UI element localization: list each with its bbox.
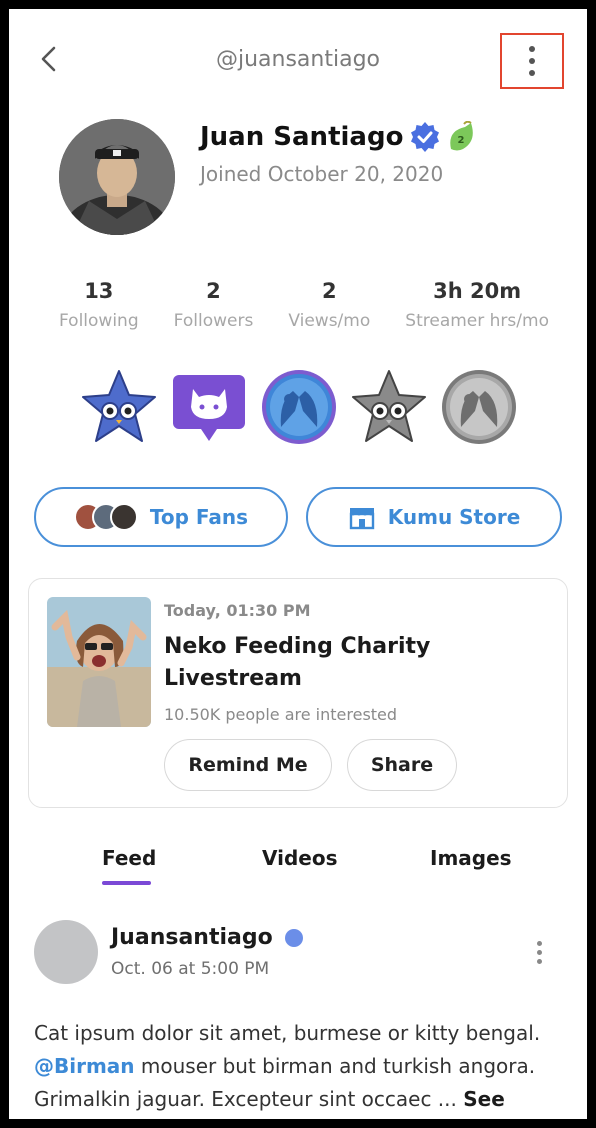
level-leaf-badge-icon: 2 bbox=[450, 121, 474, 151]
tab-feed[interactable]: Feed bbox=[102, 846, 156, 870]
high-five-badge-gray-icon[interactable] bbox=[439, 367, 519, 447]
verified-badge-icon bbox=[411, 122, 440, 152]
kumu-store-label: Kumu Store bbox=[387, 505, 521, 529]
top-bar: @juansantiago bbox=[9, 9, 587, 109]
share-button[interactable]: Share bbox=[347, 739, 457, 791]
stat-following[interactable]: 13 Following bbox=[59, 279, 139, 331]
high-five-badge-blue-icon[interactable] bbox=[259, 367, 339, 447]
stat-streamer-hours: 3h 20m Streamer hrs/mo bbox=[405, 279, 549, 331]
cat-chat-badge-icon[interactable] bbox=[169, 367, 249, 447]
stat-label: Following bbox=[59, 311, 139, 331]
content-tabs: Feed Videos Images bbox=[9, 842, 587, 892]
tab-images[interactable]: Images bbox=[430, 846, 512, 870]
store-icon bbox=[349, 508, 374, 530]
event-title: Neko Feeding Charity Livestream bbox=[164, 634, 431, 691]
star-owl-badge-blue-icon[interactable] bbox=[79, 367, 159, 447]
profile-avatar[interactable] bbox=[59, 119, 175, 235]
verified-dot-icon bbox=[284, 928, 303, 947]
top-fans-label: Top Fans bbox=[149, 505, 249, 529]
post-timestamp: Oct. 06 at 5:00 PM bbox=[111, 959, 270, 979]
post-author-row: Juansantiago bbox=[111, 925, 303, 950]
active-tab-indicator bbox=[102, 881, 151, 885]
star-owl-badge-gray-icon[interactable] bbox=[349, 367, 429, 447]
remind-me-button[interactable]: Remind Me bbox=[164, 739, 332, 791]
post-text-part: Cat ipsum dolor sit amet, burmese or kit… bbox=[34, 1021, 541, 1045]
event-time: Today, 01:30 PM bbox=[164, 601, 311, 620]
post-body: Cat ipsum dolor sit amet, burmese or kit… bbox=[34, 1017, 569, 1119]
post-options-button[interactable] bbox=[537, 941, 542, 964]
stat-label: Followers bbox=[173, 311, 254, 331]
stats-row: 13 Following 2 Followers 2 Views/mo 3h 2… bbox=[59, 279, 549, 331]
stat-value: 2 bbox=[321, 279, 337, 303]
kebab-menu-icon bbox=[529, 46, 535, 76]
level-number: 2 bbox=[458, 135, 465, 146]
stat-value: 13 bbox=[84, 279, 114, 303]
stat-value: 3h 20m bbox=[433, 279, 522, 303]
joined-date: Joined October 20, 2020 bbox=[200, 162, 444, 186]
profile-screen: @juansantiago Juan Santiago 2 Joined Oct bbox=[9, 9, 587, 1119]
name-row: Juan Santiago 2 bbox=[200, 121, 475, 153]
post-author-avatar[interactable] bbox=[34, 920, 98, 984]
stat-followers[interactable]: 2 Followers bbox=[174, 279, 254, 331]
achievement-badges bbox=[79, 366, 519, 448]
stat-label: Streamer hrs/mo bbox=[405, 311, 549, 331]
stat-views: 2 Views/mo bbox=[288, 279, 370, 331]
top-fans-avatars bbox=[73, 503, 138, 531]
top-fans-button[interactable]: Top Fans bbox=[34, 487, 288, 547]
mention-link[interactable]: @Birman bbox=[34, 1054, 135, 1078]
event-interest-count: 10.50K people are interested bbox=[164, 705, 398, 724]
post-author-name[interactable]: Juansantiago bbox=[111, 925, 273, 950]
more-options-button[interactable] bbox=[500, 33, 564, 89]
stat-label: Views/mo bbox=[288, 311, 371, 331]
stat-value: 2 bbox=[206, 279, 221, 303]
tab-videos[interactable]: Videos bbox=[262, 846, 338, 870]
event-thumbnail bbox=[47, 597, 151, 727]
upcoming-livestream-card[interactable]: Today, 01:30 PM Neko Feeding Charity Liv… bbox=[28, 578, 568, 808]
profile-name: Juan Santiago bbox=[200, 122, 404, 152]
avatar-photo bbox=[59, 119, 175, 235]
kumu-store-button[interactable]: Kumu Store bbox=[306, 487, 562, 547]
fan-avatar bbox=[109, 503, 138, 531]
